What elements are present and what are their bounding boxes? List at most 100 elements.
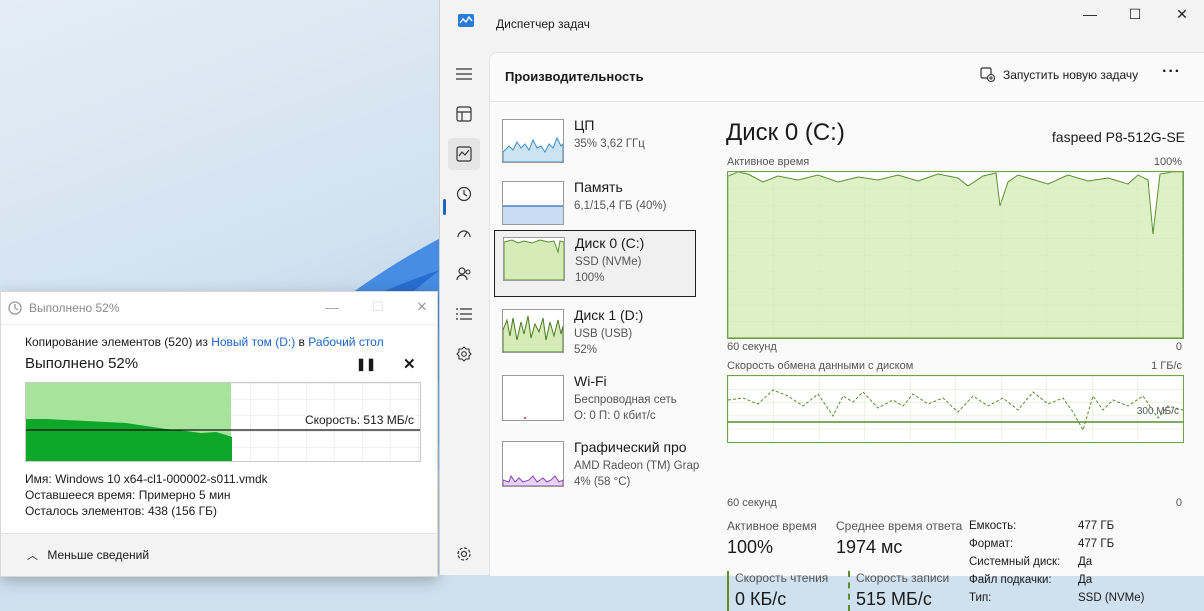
device-detail: 6,1/15,4 ГБ (40%) [574,200,667,212]
time-row: Оставшееся время: Примерно 5 мин [25,488,231,502]
nav-users[interactable] [448,258,480,290]
nav-details[interactable] [448,298,480,330]
close-button[interactable]: ✕ [1162,4,1202,24]
read-speed-stat: Скорость чтения 0 КБ/с [727,571,828,611]
transfer-span: 60 секунд [727,497,777,509]
copy-description: Копирование элементов (520) из Новый том… [25,335,384,349]
maximize-button[interactable]: ☐ [1115,4,1155,24]
transfer-chart-max: 1 ГБ/с [1151,360,1182,372]
details-icon [456,308,472,320]
minimize-button[interactable]: — [1070,4,1110,24]
time-label: Оставшееся время: [25,488,136,502]
minimize-button[interactable]: — [309,292,355,322]
destination-link[interactable]: Рабочий стол [308,335,383,349]
nav-settings[interactable] [448,538,480,570]
device-name: Диск 0 (C:) [575,235,645,251]
nav-processes[interactable] [448,98,480,130]
pause-button[interactable]: ❚❚ [356,357,376,371]
response-time-stat: Среднее время ответа 1974 мс [836,519,962,558]
dialog-title: Выполнено 52% [29,301,120,315]
source-link[interactable]: Новый том (D:) [211,335,295,349]
cancel-icon: ✕ [403,356,416,373]
device-name: Wi-Fi [574,373,607,389]
rate-marker: 300 МБ/с [1136,406,1179,417]
active-time-chart-min: 0 [1175,341,1182,353]
device-gpu[interactable]: Графический про AMD Radeon (TM) Grap 4% … [494,435,699,499]
active-time-span: 60 секунд [727,341,777,353]
nav-app-history[interactable] [448,178,480,210]
maximize-icon: ☐ [1128,5,1142,22]
prop-type-value: SSD (NVMe) [1078,592,1145,604]
prop-capacity-label: Емкость: [969,520,1017,532]
nav-services[interactable] [448,338,480,370]
items-label: Осталось элементов: [25,504,145,518]
items-value: 438 (156 ГБ) [147,504,218,518]
disk1-thumbnail [502,309,564,353]
device-cpu[interactable]: ЦП 35% 3,62 ГГц [494,113,696,177]
device-usage: О: 0 П: 0 кбит/с [574,410,656,422]
nav-performance[interactable] [448,138,480,170]
settings-icon [457,547,471,561]
device-detail: USB (USB) [574,328,633,340]
prop-system-label: Системный диск: [969,556,1061,568]
name-row: Имя: Windows 10 x64-cl1-000002-s011.vmdk [25,472,268,486]
less-details-button[interactable]: ︿ Меньше сведений [27,547,149,563]
dialog-titlebar: Выполнено 52% — ☐ ✕ [1,292,437,325]
write-speed-label: Скорость записи [856,571,950,585]
device-detail: SSD (NVMe) [575,256,642,268]
less-details-label: Меньше сведений [47,548,150,562]
performance-icon [456,146,472,162]
cancel-copy-button[interactable]: ✕ [403,355,416,373]
close-icon: ✕ [416,299,428,314]
gpu-thumbnail [502,441,564,487]
memory-thumbnail [502,181,564,225]
active-time-chart-max: 100% [1153,156,1182,168]
items-row: Осталось элементов: 438 (156 ГБ) [25,504,217,518]
chevron-up-icon: ︿ [27,550,38,562]
name-label: Имя: [25,472,52,486]
response-time-label: Среднее время ответа [836,519,963,533]
page-title: Производительность [505,69,644,84]
disk-model: faspeed P8-512G-SE [1051,129,1185,145]
device-name: Диск 1 (D:) [574,307,644,323]
active-time-chart [727,171,1184,339]
progress-text: Выполнено 52% [25,355,139,372]
run-new-task-button[interactable]: Запустить новую задачу [980,67,1138,82]
device-usage: 52% [574,344,598,356]
device-wifi[interactable]: Wi-Fi Беспроводная сеть О: 0 П: 0 кбит/с [494,369,696,433]
cpu-thumbnail [502,119,564,163]
pause-icon: ❚❚ [356,357,377,371]
hamburger-button[interactable] [448,58,480,90]
device-name: Память [574,179,623,195]
panel-header: Производительность Запустить новую задач… [490,53,1204,102]
copy-progress-dialog: Выполнено 52% — ☐ ✕ Копирование элементо… [0,291,438,577]
device-disk0[interactable]: Диск 0 (C:) SSD (NVMe) 100% [494,230,696,297]
copy-icon [8,301,22,315]
prop-capacity-value: 477 ГБ [1078,520,1115,532]
more-icon: ··· [1162,63,1181,80]
transfer-rate-chart: 300 МБ/с [727,375,1184,443]
write-speed-stat: Скорость записи 515 МБ/с [848,571,949,611]
write-speed-value: 515 МБ/с [856,589,932,609]
copy-speed-graph: Скорость: 513 МБ/с [25,382,421,462]
active-time-stat: Активное время 100% [727,519,817,558]
disk-title: Диск 0 (C:) [726,119,845,146]
startup-icon [457,230,471,238]
active-time-label: Активное время [727,519,817,533]
maximize-button[interactable]: ☐ [355,292,401,322]
device-usage: 4% (58 °C) [574,476,631,488]
services-icon [456,346,472,362]
nav-active-indicator [443,199,446,215]
name-value: Windows 10 x64-cl1-000002-s011.vmdk [55,472,268,486]
time-value: Примерно 5 мин [138,488,231,502]
nav-startup[interactable] [448,218,480,250]
performance-panel: Производительность Запустить новую задач… [489,52,1204,611]
side-navigation [440,54,488,575]
prop-format-value: 477 ГБ [1078,538,1115,550]
device-detail: 35% 3,62 ГГц [574,138,645,150]
device-disk1[interactable]: Диск 1 (D:) USB (USB) 52% [494,303,696,367]
task-manager-window: Диспетчер задач — ☐ ✕ Производительность… [439,0,1204,611]
more-options-button[interactable]: ··· [1162,63,1181,81]
processes-icon [456,106,472,122]
users-icon [456,267,471,281]
